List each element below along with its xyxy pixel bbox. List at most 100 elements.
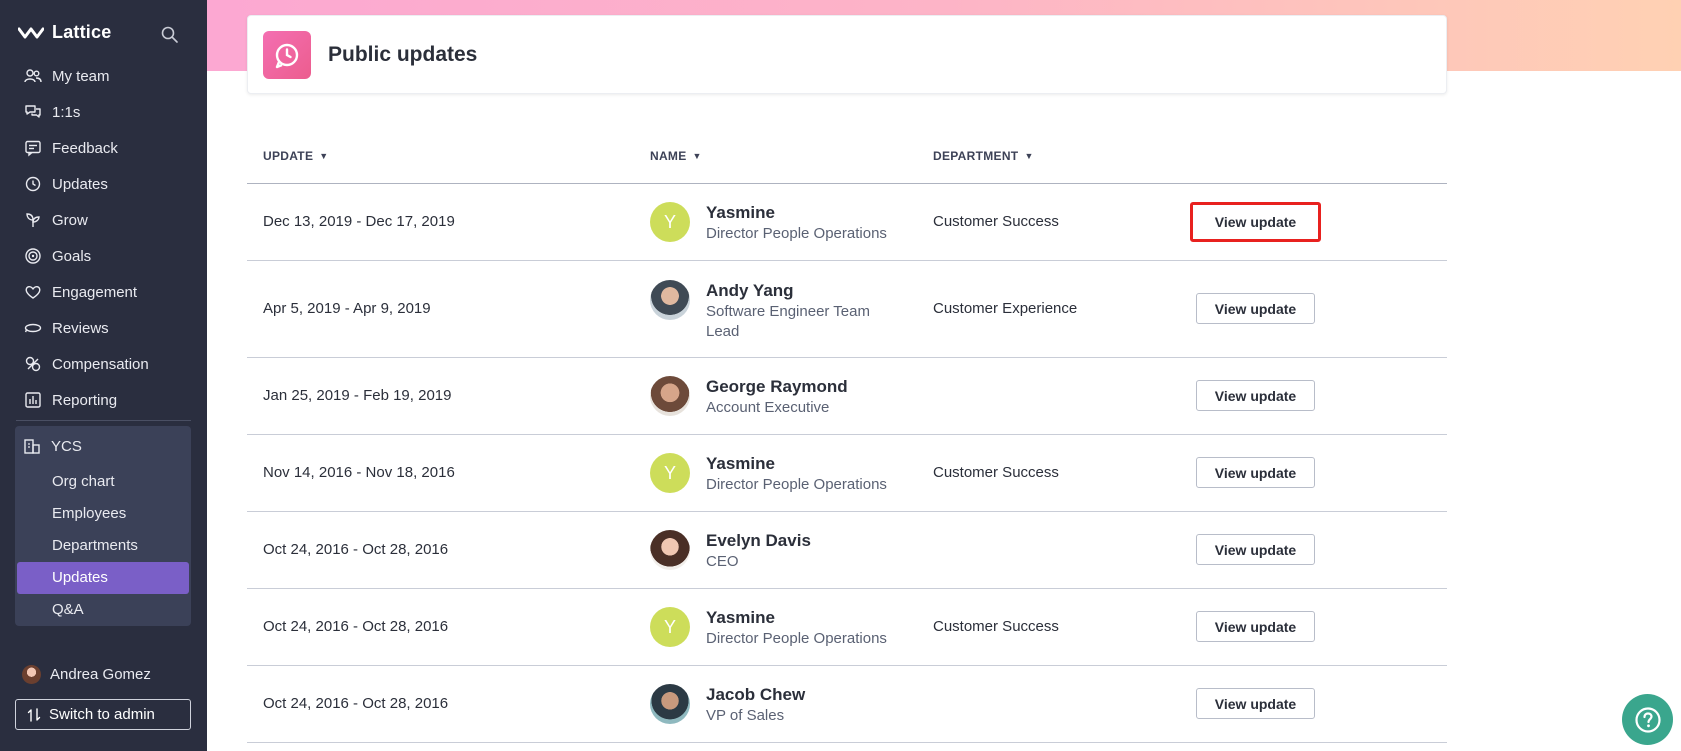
header-label: DEPARTMENT <box>933 149 1019 163</box>
plant-icon <box>26 213 40 227</box>
sub-item-updates[interactable]: Updates <box>17 562 189 594</box>
caret-down-icon: ▼ <box>1024 151 1034 161</box>
building-icon <box>24 439 40 454</box>
table-row: Oct 24, 2016 - Oct 28, 2016 Evelyn Davis… <box>247 512 1447 589</box>
nav-item-compensation[interactable]: Compensation <box>16 346 192 382</box>
view-update-button[interactable]: View update <box>1196 380 1315 411</box>
header-label: NAME <box>650 149 687 163</box>
avatar <box>650 684 690 724</box>
nav-label: Reporting <box>52 391 118 409</box>
update-dates: Dec 13, 2019 - Dec 17, 2019 <box>263 213 455 230</box>
table-row: Nov 14, 2016 - Nov 18, 2016 Y Yasmine Di… <box>247 435 1447 512</box>
person-cell: Y Yasmine Director People Operations <box>650 453 891 495</box>
nav-label: Updates <box>52 175 108 193</box>
nav-label: Engagement <box>52 283 138 301</box>
sort-name-header[interactable]: NAME ▼ <box>650 149 702 163</box>
nav-divider <box>16 420 191 421</box>
avatar <box>650 376 690 416</box>
nav-item-my-team[interactable]: My team <box>16 58 192 94</box>
nav-item-goals[interactable]: Goals <box>16 238 192 274</box>
table-row: Apr 5, 2019 - Apr 9, 2019 Andy Yang Soft… <box>247 261 1447 358</box>
header-label: UPDATE <box>263 149 314 163</box>
person-cell: Andy Yang Software Engineer Team Lead <box>650 280 891 342</box>
department: Customer Success <box>933 618 1059 635</box>
view-update-button[interactable]: View update <box>1196 688 1315 719</box>
group-head-ycs[interactable]: YCS <box>15 426 191 466</box>
view-update-button[interactable]: View update <box>1196 293 1315 324</box>
nav-label: Grow <box>52 211 88 229</box>
person-title: Director People Operations <box>706 630 887 647</box>
current-user[interactable]: Andrea Gomez <box>22 665 151 684</box>
nav-item-engagement[interactable]: Engagement <box>16 274 192 310</box>
page-title: Public updates <box>328 43 478 66</box>
person-cell: George Raymond Account Executive <box>650 376 891 418</box>
person-name: Andy Yang <box>706 281 794 300</box>
nav-item-feedback[interactable]: Feedback <box>16 130 192 166</box>
avatar <box>22 665 41 684</box>
sub-item-departments[interactable]: Departments <box>17 530 189 562</box>
switch-icon <box>27 707 41 722</box>
nav-item-1-1s[interactable]: 1:1s <box>16 94 192 130</box>
switch-label: Switch to admin <box>49 706 155 723</box>
sub-item-qa[interactable]: Q&A <box>17 594 189 626</box>
main-nav: My team 1:1s Feedback Updates Grow Goals… <box>16 58 192 418</box>
help-icon <box>1634 706 1661 733</box>
person-cell: Y Yasmine Director People Operations <box>650 202 891 244</box>
update-dates: Nov 14, 2016 - Nov 18, 2016 <box>263 464 455 481</box>
person-name: Yasmine <box>706 608 775 627</box>
update-dates: Apr 5, 2019 - Apr 9, 2019 <box>263 300 431 317</box>
view-update-button[interactable]: View update <box>1196 611 1315 642</box>
update-dates: Oct 24, 2016 - Oct 28, 2016 <box>263 618 449 635</box>
person-title: CEO <box>706 553 739 570</box>
nav-item-reporting[interactable]: Reporting <box>16 382 192 418</box>
target-icon <box>25 248 41 264</box>
update-dates: Oct 24, 2016 - Oct 28, 2016 <box>263 541 449 558</box>
company-group: YCS Org chart Employees Departments Upda… <box>15 426 191 626</box>
sub-item-org-chart[interactable]: Org chart <box>17 466 189 498</box>
person-name: Jacob Chew <box>706 685 806 704</box>
sub-item-employees[interactable]: Employees <box>17 498 189 530</box>
help-button[interactable] <box>1622 694 1673 745</box>
brand-name: Lattice <box>52 22 112 42</box>
brand[interactable]: Lattice <box>18 22 111 43</box>
department: Customer Success <box>933 464 1059 481</box>
nav-label: Goals <box>52 247 92 265</box>
table-row: Oct 24, 2016 - Oct 28, 2016 Y Yasmine Di… <box>247 589 1447 666</box>
person-title: Account Executive <box>706 399 830 416</box>
view-update-button[interactable]: View update <box>1190 202 1321 242</box>
person-title: VP of Sales <box>706 707 785 724</box>
table-header: UPDATE ▼ NAME ▼ DEPARTMENT ▼ <box>247 135 1447 184</box>
avatar: Y <box>650 607 690 647</box>
updates-icon <box>263 31 311 79</box>
feedback-icon <box>25 140 41 157</box>
table-row: Oct 24, 2016 - Oct 28, 2016 Jacob Chew V… <box>247 666 1447 743</box>
nav-item-grow[interactable]: Grow <box>16 202 192 238</box>
department: Customer Experience <box>933 300 1078 317</box>
nav-item-updates[interactable]: Updates <box>16 166 192 202</box>
update-dates: Jan 25, 2019 - Feb 19, 2019 <box>263 387 452 404</box>
lattice-logo-icon <box>18 27 44 38</box>
nav-label: My team <box>52 67 110 85</box>
avatar <box>650 280 690 320</box>
nav-label: 1:1s <box>52 103 81 121</box>
table-row: Jan 25, 2019 - Feb 19, 2019 George Raymo… <box>247 358 1447 435</box>
nav-label: Feedback <box>52 139 118 157</box>
person-cell: Jacob Chew VP of Sales <box>650 684 891 726</box>
person-title: Director People Operations <box>706 225 887 242</box>
person-cell: Y Yasmine Director People Operations <box>650 607 891 649</box>
view-update-button[interactable]: View update <box>1196 457 1315 488</box>
sort-update-header[interactable]: UPDATE ▼ <box>263 149 328 163</box>
person-name: George Raymond <box>706 377 848 396</box>
avatar <box>650 530 690 570</box>
nav-item-reviews[interactable]: Reviews <box>16 310 192 346</box>
sidebar: Lattice My team 1:1s Feedback Updates Gr… <box>0 0 207 751</box>
view-update-button[interactable]: View update <box>1196 534 1315 565</box>
sort-department-header[interactable]: DEPARTMENT ▼ <box>933 149 1034 163</box>
person-title: Software Engineer Team Lead <box>706 303 870 340</box>
switch-to-admin-button[interactable]: Switch to admin <box>15 699 191 730</box>
search-icon[interactable] <box>160 25 180 45</box>
people-icon <box>24 69 42 83</box>
user-name: Andrea Gomez <box>50 666 151 683</box>
person-name: Evelyn Davis <box>706 531 811 550</box>
nav-label: Reviews <box>52 319 109 337</box>
